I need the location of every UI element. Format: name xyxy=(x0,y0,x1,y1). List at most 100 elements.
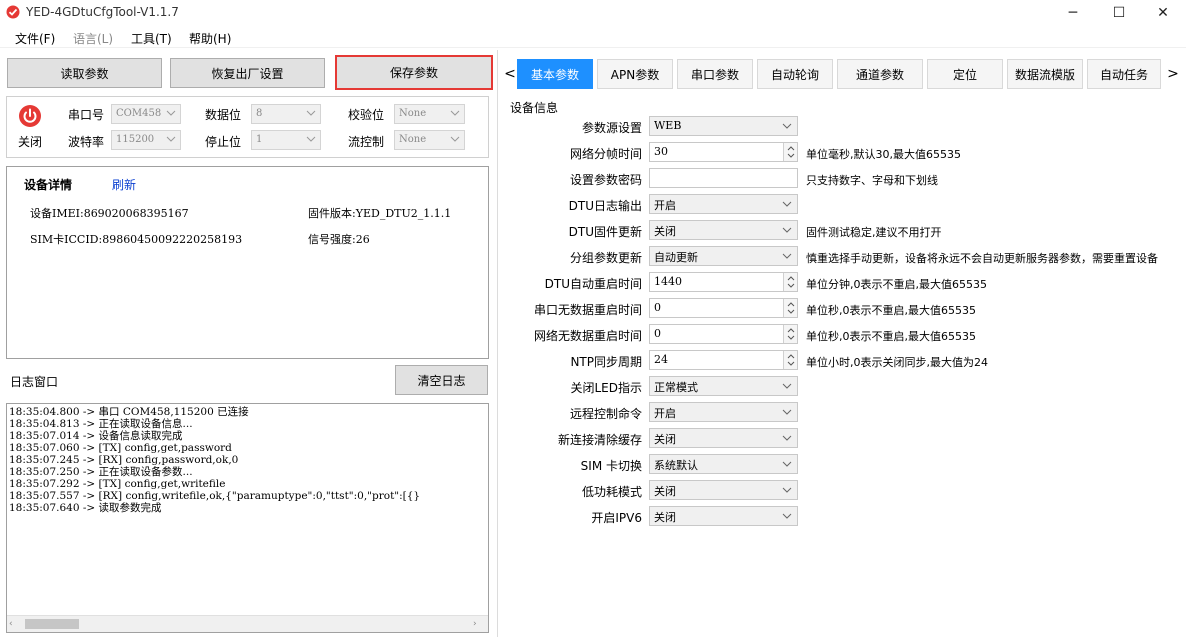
tab-next-arrow[interactable]: > xyxy=(1165,59,1181,89)
log-line: 18:35:07.250 -> 正在读取设备参数... xyxy=(9,466,193,478)
log-line: 18:35:07.292 -> [TX] config,get,writefil… xyxy=(9,478,226,490)
setting-select[interactable]: 自动更新 xyxy=(649,246,798,266)
setting-value: 0 xyxy=(654,301,661,314)
setting-label: 开启IPV6 xyxy=(591,511,642,525)
flow-select[interactable]: None xyxy=(394,130,465,150)
menu-help[interactable]: 帮助(H) xyxy=(189,30,231,47)
setting-value: 关闭 xyxy=(654,511,676,524)
setting-label: 设置参数密码 xyxy=(569,173,642,187)
clear-log-button[interactable]: 清空日志 xyxy=(395,365,488,395)
tab-7[interactable]: 自动任务 xyxy=(1087,59,1161,89)
restore-factory-button[interactable]: 恢复出厂设置 xyxy=(170,58,325,88)
tab-5[interactable]: 定位 xyxy=(927,59,1003,89)
setting-note: 单位秒,0表示不重启,最大值65535 xyxy=(806,304,976,317)
menu-file[interactable]: 文件(F) xyxy=(15,30,55,47)
setting-select[interactable]: 关闭 xyxy=(649,506,798,526)
setting-note: 单位秒,0表示不重启,最大值65535 xyxy=(806,330,976,343)
menu-language[interactable]: 语言(L) xyxy=(73,30,113,47)
spinner-arrows-icon[interactable] xyxy=(783,143,797,161)
power-icon[interactable] xyxy=(18,104,42,128)
chevron-down-icon xyxy=(782,123,792,129)
maximize-button[interactable]: ☐ xyxy=(1096,0,1142,26)
setting-input[interactable] xyxy=(649,168,798,188)
setting-spinner[interactable]: 30 xyxy=(649,142,798,162)
parity-select[interactable]: None xyxy=(394,104,465,124)
spinner-arrows-icon[interactable] xyxy=(783,273,797,291)
log-lines: 18:35:04.800 -> 串口 COM458,115200 已连接 18:3… xyxy=(7,404,488,514)
setting-label: 新连接清除缓存 xyxy=(557,433,642,447)
app-logo-icon xyxy=(6,5,20,19)
chevron-down-icon xyxy=(450,110,460,116)
setting-value: 关闭 xyxy=(654,485,676,498)
log-line: 18:35:07.060 -> [TX] config,get,password xyxy=(9,442,232,454)
setting-value: 开启 xyxy=(654,199,676,212)
setting-select[interactable]: 开启 xyxy=(649,402,798,422)
databits-value: 8 xyxy=(256,108,263,119)
spinner-arrows-icon[interactable] xyxy=(783,325,797,343)
tab-6[interactable]: 数据流模版 xyxy=(1007,59,1083,89)
log-window[interactable]: 18:35:04.800 -> 串口 COM458,115200 已连接 18:3… xyxy=(6,403,489,633)
databits-select[interactable]: 8 xyxy=(251,104,321,124)
setting-spinner[interactable]: 1440 xyxy=(649,272,798,292)
stopbits-label: 停止位 xyxy=(205,135,242,149)
tab-4[interactable]: 通道参数 xyxy=(837,59,923,89)
port-label: 串口号 xyxy=(68,108,105,122)
save-params-button[interactable]: 保存参数 xyxy=(335,55,493,90)
setting-value: 关闭 xyxy=(654,225,676,238)
stopbits-select[interactable]: 1 xyxy=(251,130,321,150)
setting-label: 参数源设置 xyxy=(581,121,642,135)
horizontal-scrollbar[interactable]: ‹ › xyxy=(7,615,488,632)
chevron-down-icon xyxy=(782,227,792,233)
setting-label: DTU固件更新 xyxy=(568,225,642,239)
setting-select[interactable]: 关闭 xyxy=(649,428,798,448)
setting-select[interactable]: WEB xyxy=(649,116,798,136)
read-params-button[interactable]: 读取参数 xyxy=(7,58,162,88)
log-line: 18:35:07.640 -> 读取参数完成 xyxy=(9,502,162,514)
tab-2[interactable]: 串口参数 xyxy=(677,59,753,89)
setting-label: 关闭LED指示 xyxy=(570,381,642,395)
chevron-down-icon xyxy=(782,435,792,441)
setting-select[interactable]: 关闭 xyxy=(649,220,798,240)
setting-select[interactable]: 系统默认 xyxy=(649,454,798,474)
close-window-button[interactable]: ✕ xyxy=(1140,0,1186,26)
minimize-button[interactable]: ─ xyxy=(1050,0,1096,26)
setting-spinner[interactable]: 0 xyxy=(649,298,798,318)
setting-select[interactable]: 正常模式 xyxy=(649,376,798,396)
setting-spinner[interactable]: 0 xyxy=(649,324,798,344)
chevron-down-icon xyxy=(306,136,316,142)
minimize-icon: ─ xyxy=(1068,5,1078,21)
baud-select[interactable]: 115200 xyxy=(111,130,181,150)
chevron-down-icon xyxy=(166,110,176,116)
parity-value: None xyxy=(399,108,427,119)
spinner-arrows-icon[interactable] xyxy=(783,351,797,369)
chevron-down-icon xyxy=(782,201,792,207)
parity-label: 校验位 xyxy=(348,108,385,122)
device-details-title: 设备详情 xyxy=(24,178,73,192)
title-bar: YED-4GDtuCfgTool-V1.1.7 ─ ☐ ✕ xyxy=(0,0,1186,26)
scroll-right-icon[interactable]: › xyxy=(473,619,483,629)
tab-1[interactable]: APN参数 xyxy=(597,59,673,89)
tab-0[interactable]: 基本参数 xyxy=(517,59,593,89)
scrollbar-thumb[interactable] xyxy=(25,619,79,629)
setting-spinner[interactable]: 24 xyxy=(649,350,798,370)
setting-value: 系统默认 xyxy=(654,459,698,472)
setting-note: 固件测试稳定,建议不用打开 xyxy=(806,226,942,239)
menu-tools[interactable]: 工具(T) xyxy=(131,30,172,47)
maximize-icon: ☐ xyxy=(1112,5,1126,21)
setting-label: NTP同步周期 xyxy=(570,355,642,369)
tab-prev-arrow[interactable]: < xyxy=(502,59,518,89)
port-select[interactable]: COM458 xyxy=(111,104,181,124)
setting-note: 单位分钟,0表示不重启,最大值65535 xyxy=(806,278,987,291)
setting-value: 自动更新 xyxy=(654,251,698,264)
setting-select[interactable]: 关闭 xyxy=(649,480,798,500)
setting-value: 开启 xyxy=(654,407,676,420)
group-title: 设备信息 xyxy=(510,101,559,115)
spinner-arrows-icon[interactable] xyxy=(783,299,797,317)
scroll-left-icon[interactable]: ‹ xyxy=(9,619,19,629)
tab-3[interactable]: 自动轮询 xyxy=(757,59,833,89)
refresh-link[interactable]: 刷新 xyxy=(112,176,136,193)
setting-label: DTU自动重启时间 xyxy=(544,277,642,291)
chevron-down-icon xyxy=(450,136,460,142)
sim-iccid: SIM卡ICCID:89860450092220258193 xyxy=(30,233,243,246)
setting-select[interactable]: 开启 xyxy=(649,194,798,214)
